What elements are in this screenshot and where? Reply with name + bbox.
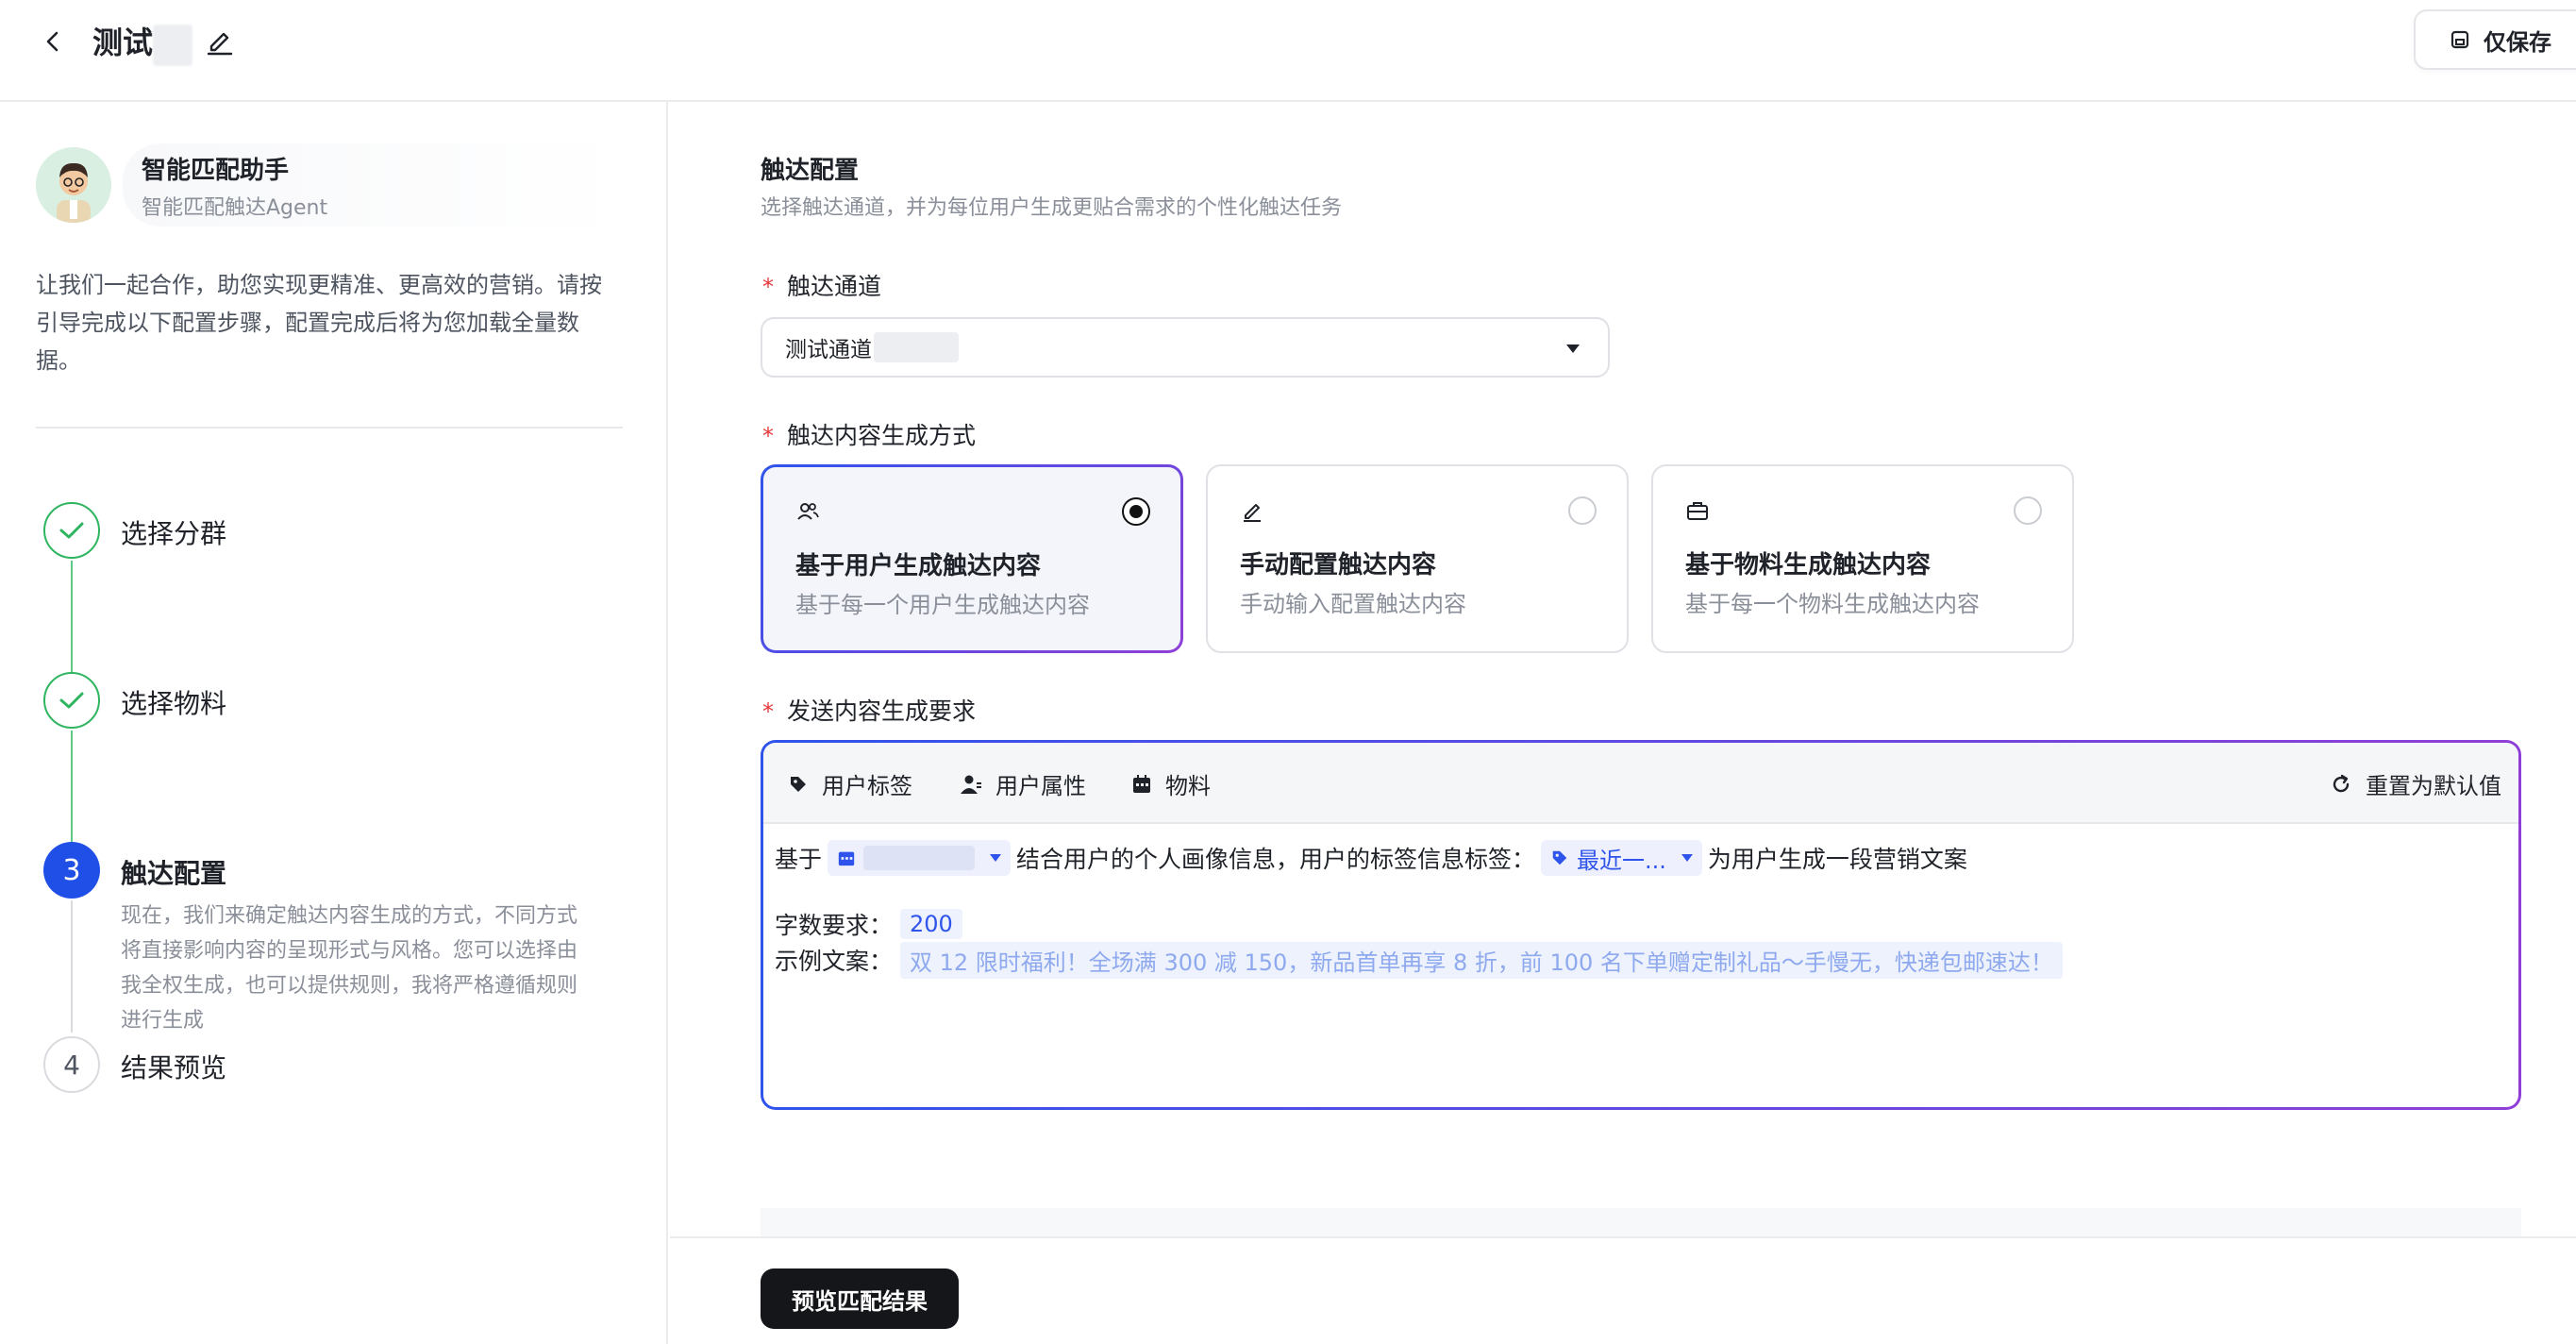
step-1-check-icon bbox=[43, 502, 100, 559]
radio-selected[interactable] bbox=[1122, 497, 1150, 526]
tag-chip-label: 最近一... bbox=[1577, 847, 1666, 874]
user-icon bbox=[961, 775, 981, 794]
edit-title-icon[interactable] bbox=[204, 23, 236, 59]
save-only-label: 仅保存 bbox=[2484, 28, 2551, 56]
agent-name: 智能匹配助手 bbox=[142, 157, 290, 185]
intro-text: 让我们一起合作，助您实现更精准、更高效的营销。请按引导完成以下配置步骤，配置完成… bbox=[36, 272, 602, 374]
channel-redacted-text bbox=[874, 332, 959, 362]
refresh-icon bbox=[2333, 774, 2350, 792]
insert-material-button[interactable]: 物料 bbox=[1131, 767, 1211, 800]
main-panel: 触达配置 选择触达通道，并为每位用户生成更贴合需求的个性化触达任务 * 触达通道 … bbox=[670, 102, 2576, 1344]
card-title: 基于物料生成触达内容 bbox=[1685, 551, 1932, 580]
step-3-number: 3 bbox=[43, 842, 100, 899]
prompt-line: 基于 结合用户的个人画像信息，用户的标签信息标签： 最近一... 为用户生成一段… bbox=[775, 839, 1967, 877]
step-4-number: 4 bbox=[43, 1036, 100, 1093]
step-3-description: 现在，我们来确定触达内容生成的方式，不同方式将直接影响内容的呈现形式与风格。您可… bbox=[121, 904, 578, 1033]
required-marker: * bbox=[762, 423, 774, 449]
radio-unselected[interactable] bbox=[1568, 496, 1597, 525]
page-title: 测试 bbox=[92, 25, 154, 60]
step-4-label[interactable]: 结果预览 bbox=[121, 1048, 226, 1085]
save-only-button[interactable]: 仅保存 bbox=[2414, 9, 2576, 70]
caret-down-icon bbox=[1566, 344, 1580, 353]
step-connector bbox=[71, 561, 73, 672]
prompt-suffix: 为用户生成一段营销文案 bbox=[1707, 846, 1967, 873]
card-description: 手动输入配置触达内容 bbox=[1240, 591, 1466, 617]
tag-variable-chip[interactable]: 最近一... bbox=[1541, 840, 1702, 876]
agent-avatar bbox=[36, 147, 111, 223]
step-connector bbox=[71, 731, 73, 842]
step-connector bbox=[71, 900, 73, 1033]
example-label: 示例文案： bbox=[775, 948, 894, 975]
word-count-value[interactable]: 200 bbox=[900, 909, 962, 939]
step-2-check-icon bbox=[43, 672, 100, 729]
word-count-line: 字数要求： 200 bbox=[775, 907, 962, 941]
section-title: 触达配置 bbox=[761, 157, 860, 185]
preview-results-button[interactable]: 预览匹配结果 bbox=[761, 1268, 959, 1329]
caret-down-icon bbox=[1681, 854, 1693, 862]
card-title: 基于用户生成触达内容 bbox=[795, 552, 1042, 580]
gen-method-card-manual[interactable]: 手动配置触达内容 手动输入配置触达内容 bbox=[1206, 464, 1629, 653]
gen-method-card-material[interactable]: 基于物料生成触达内容 基于每一个物料生成触达内容 bbox=[1651, 464, 2074, 653]
calendar-icon bbox=[838, 851, 855, 866]
caret-down-icon bbox=[990, 854, 1002, 862]
footer-bar: 预览匹配结果 bbox=[670, 1236, 2576, 1344]
radio-unselected[interactable] bbox=[2014, 496, 2042, 525]
prompt-prefix: 基于 bbox=[775, 846, 823, 873]
example-value[interactable]: 双 12 限时福利！全场满 300 减 150，新品首单再享 8 折，前 100… bbox=[900, 941, 2063, 979]
scroll-content-hint bbox=[761, 1208, 2521, 1236]
divider bbox=[36, 427, 623, 428]
example-line: 示例文案： 双 12 限时福利！全场满 300 减 150，新品首单再享 8 折… bbox=[775, 941, 2063, 979]
section-subtitle: 选择触达通道，并为每位用户生成更贴合需求的个性化触达任务 bbox=[761, 196, 1343, 220]
word-count-label: 字数要求： bbox=[775, 912, 894, 939]
briefcase-icon bbox=[1687, 502, 1708, 520]
chip-redacted-text bbox=[863, 846, 976, 870]
top-bar: 测试 仅保存 bbox=[0, 0, 2576, 102]
title-redacted-text bbox=[153, 25, 192, 66]
step-3-label[interactable]: 触达配置 bbox=[121, 853, 226, 891]
card-description: 基于每一个物料生成触达内容 bbox=[1685, 591, 1980, 617]
calendar-icon bbox=[1133, 774, 1150, 793]
prompt-middle: 结合用户的个人画像信息，用户的标签信息标签： bbox=[1016, 846, 1536, 873]
step-2-label[interactable]: 选择物料 bbox=[121, 683, 226, 721]
channel-select-value: 测试通道 bbox=[785, 338, 872, 362]
reset-default-button[interactable]: 重置为默认值 bbox=[2330, 767, 2501, 800]
insert-user-tag-button[interactable]: 用户标签 bbox=[788, 767, 912, 800]
step-1-label[interactable]: 选择分群 bbox=[121, 513, 226, 551]
sidebar: 智能匹配助手 智能匹配触达Agent 让我们一起合作，助您实现更精准、更高效的营… bbox=[0, 102, 668, 1344]
agent-subtitle: 智能匹配触达Agent bbox=[142, 196, 328, 220]
channel-select[interactable]: 测试通道 bbox=[761, 317, 1610, 378]
users-icon bbox=[797, 503, 819, 520]
channel-field-label: * 触达通道 bbox=[762, 273, 882, 300]
editor-toolbar: 用户标签 用户属性 物料 重置为默认值 bbox=[763, 743, 2518, 824]
back-arrow-icon[interactable] bbox=[36, 25, 70, 59]
save-icon bbox=[2451, 30, 2469, 49]
insert-user-attr-button[interactable]: 用户属性 bbox=[960, 767, 1086, 800]
tag-icon bbox=[791, 776, 806, 792]
material-variable-chip[interactable] bbox=[828, 840, 1012, 876]
requirement-editor[interactable]: 用户标签 用户属性 物料 重置为默认值 基于 结合用户的个人画像信息，用户的标签… bbox=[761, 740, 2521, 1110]
card-description: 基于每一个用户生成触达内容 bbox=[795, 592, 1090, 618]
required-marker: * bbox=[762, 698, 774, 725]
tag-icon bbox=[1552, 850, 1567, 865]
card-title: 手动配置触达内容 bbox=[1240, 551, 1437, 580]
required-marker: * bbox=[762, 274, 774, 300]
requirement-label: * 发送内容生成要求 bbox=[762, 697, 977, 725]
pen-icon bbox=[1244, 504, 1261, 522]
gen-method-card-user[interactable]: 基于用户生成触达内容 基于每一个用户生成触达内容 bbox=[761, 464, 1183, 653]
gen-method-label: * 触达内容生成方式 bbox=[762, 422, 977, 449]
